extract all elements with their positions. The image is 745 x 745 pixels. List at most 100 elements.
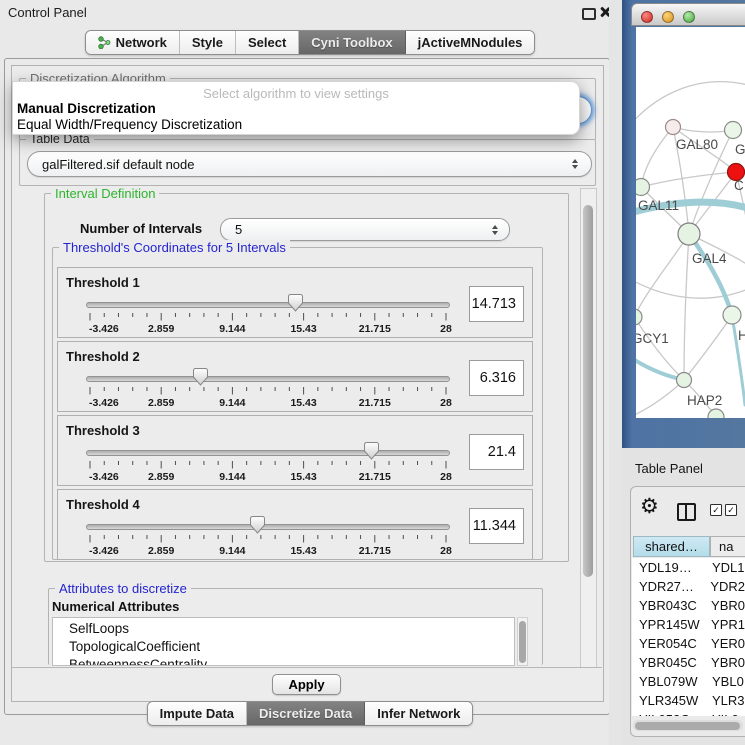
network-node[interactable] xyxy=(636,309,642,325)
table-row[interactable]: YER054CYER0 xyxy=(632,634,745,653)
slider-track[interactable] xyxy=(86,450,450,456)
tab-label: jActiveMNodules xyxy=(418,35,523,50)
num-intervals-value: 5 xyxy=(235,222,242,237)
apply-button[interactable]: Apply xyxy=(272,674,340,695)
network-node[interactable] xyxy=(677,373,692,388)
threshold-row-4: Threshold 4-3.4262.8599.14415.4321.71528… xyxy=(57,489,533,560)
cell-name: YER0 xyxy=(708,634,745,653)
network-edge[interactable] xyxy=(636,82,745,125)
checkbox-icon[interactable]: ✓ xyxy=(725,504,737,516)
network-icon xyxy=(98,36,111,49)
svg-text:28: 28 xyxy=(440,397,452,409)
columns-icon[interactable] xyxy=(677,503,696,521)
table-row[interactable]: YBR045CYBR0 xyxy=(632,653,745,672)
network-edge-highlighted[interactable] xyxy=(689,234,732,315)
control-panel-titlebar: Control Panel xyxy=(0,0,620,26)
slider-track[interactable] xyxy=(86,376,450,382)
network-edge[interactable] xyxy=(684,234,689,380)
attributes-group-title: Attributes to discretize xyxy=(55,581,191,596)
threshold-value-field[interactable]: 14.713 xyxy=(469,286,524,322)
tab-infer-network[interactable]: Infer Network xyxy=(365,702,472,725)
threshold-value-field[interactable]: 21.4 xyxy=(469,434,524,470)
gear-icon[interactable]: ⚙ xyxy=(640,496,659,517)
tab-jactivemnodules[interactable]: jActiveMNodules xyxy=(406,31,535,54)
attribute-item-topologicalcoefficient[interactable]: TopologicalCoefficient xyxy=(69,638,514,656)
tab-discretize-data[interactable]: Discretize Data xyxy=(247,702,365,725)
attribute-item-betweennesscentrality[interactable]: BetweennessCentrality xyxy=(69,656,514,666)
cell-shared-name: YDL19… xyxy=(632,558,709,577)
threshold-label: Threshold 4 xyxy=(66,497,140,512)
tab-impute-data[interactable]: Impute Data xyxy=(148,702,247,725)
tab-style[interactable]: Style xyxy=(180,31,236,54)
algorithm-dropdown-popup: Select algorithm to view settings Manual… xyxy=(12,81,580,135)
network-node[interactable] xyxy=(678,223,700,245)
attributes-list[interactable]: SelfLoopsTopologicalCoefficientBetweenne… xyxy=(52,617,515,666)
algorithm-option-manual-discretization[interactable]: Manual Discretization xyxy=(17,101,156,116)
network-node[interactable] xyxy=(666,120,681,135)
column-header-1[interactable]: shared… xyxy=(633,536,710,557)
slider-ticks: -3.4262.8599.14415.4321.71528 xyxy=(86,387,452,413)
zoom-traffic-light-icon[interactable] xyxy=(683,11,695,23)
threshold-label: Threshold 3 xyxy=(66,423,140,438)
table-row[interactable]: YBL079WYBL0 xyxy=(632,672,745,691)
column-header-2[interactable]: na xyxy=(710,536,745,557)
column-checkboxes: ✓ ✓ xyxy=(710,504,737,516)
tab-label: Network xyxy=(116,35,167,50)
table-hscrollbar[interactable] xyxy=(633,720,743,731)
threshold-value-field[interactable]: 11.344 xyxy=(469,508,524,544)
slider-thumb[interactable] xyxy=(250,516,265,534)
threshold-label: Threshold 1 xyxy=(66,275,140,290)
checkbox-icon[interactable]: ✓ xyxy=(710,504,722,516)
top-tab-segments: Network StyleSelectCyni Toolbox jActiveMNo… xyxy=(85,30,536,55)
svg-text:15.43: 15.43 xyxy=(290,545,316,557)
algorithm-option-equal-width-frequency-discretization[interactable]: Equal Width/Frequency Discretization xyxy=(17,117,242,132)
slider-thumb[interactable] xyxy=(288,294,303,312)
node-label: HAP2 xyxy=(687,393,722,408)
network-edge[interactable] xyxy=(636,380,684,417)
num-intervals-combobox[interactable]: 5 xyxy=(220,218,510,241)
network-window-titlebar[interactable] xyxy=(631,3,745,26)
tab-network[interactable]: Network xyxy=(86,31,180,54)
cell-name: YDR2 xyxy=(707,577,745,596)
network-edge[interactable] xyxy=(636,279,745,298)
table-row[interactable]: YDR27…YDR2 xyxy=(632,577,745,596)
network-edge[interactable] xyxy=(684,315,732,380)
network-node[interactable] xyxy=(723,306,741,324)
threshold-value-field[interactable]: 6.316 xyxy=(469,360,524,396)
slider-thumb[interactable] xyxy=(193,368,208,386)
table-row[interactable]: YIL052CYIL0 xyxy=(632,710,745,716)
table-row[interactable]: YBR043CYBR0 xyxy=(632,596,745,615)
network-node[interactable] xyxy=(636,179,650,196)
node-label: C xyxy=(734,178,744,193)
network-edge[interactable] xyxy=(636,234,689,317)
attribute-item-selfloops[interactable]: SelfLoops xyxy=(69,620,514,638)
minimize-traffic-light-icon[interactable] xyxy=(662,11,674,23)
slider-ticks: -3.4262.8599.14415.4321.71528 xyxy=(86,313,452,339)
svg-text:15.43: 15.43 xyxy=(290,471,316,483)
close-traffic-light-icon[interactable] xyxy=(641,11,653,23)
table-row[interactable]: YPR145WYPR1 xyxy=(632,615,745,634)
network-edge[interactable] xyxy=(641,127,673,187)
network-view-canvas[interactable]: GAL80GCGAL11GAL4GCY1HHAP2 xyxy=(636,27,745,418)
table-row[interactable]: YLR345WYLR3 xyxy=(632,691,745,710)
slider-thumb[interactable] xyxy=(364,442,379,460)
tab-select[interactable]: Select xyxy=(236,31,299,54)
table-row[interactable]: YDL19…YDL1 xyxy=(632,558,745,577)
settings-scrollbar-thumb[interactable] xyxy=(583,205,593,577)
attributes-list-scrollbar[interactable] xyxy=(517,617,528,666)
network-graph[interactable]: GAL80GCGAL11GAL4GCY1HHAP2 xyxy=(636,27,745,418)
slider-track[interactable] xyxy=(86,524,450,530)
svg-text:-3.426: -3.426 xyxy=(89,397,119,409)
num-intervals-label: Number of Intervals xyxy=(80,221,202,236)
svg-text:2.859: 2.859 xyxy=(148,397,174,409)
node-label: H xyxy=(738,328,745,343)
network-edge[interactable] xyxy=(641,172,736,187)
tab-cyni-toolbox[interactable]: Cyni Toolbox xyxy=(299,31,405,54)
table-data-combobox[interactable]: galFiltered.sif default node xyxy=(27,151,592,177)
network-node[interactable] xyxy=(725,122,742,139)
cell-name: YDL1 xyxy=(709,558,745,577)
slider-track[interactable] xyxy=(86,302,450,308)
float-window-icon[interactable] xyxy=(582,8,596,20)
bottom-tab-segments: Impute DataDiscretize DataInfer Network xyxy=(147,701,474,726)
top-tab-bar: Network StyleSelectCyni Toolbox jActiveMNo… xyxy=(0,30,620,55)
